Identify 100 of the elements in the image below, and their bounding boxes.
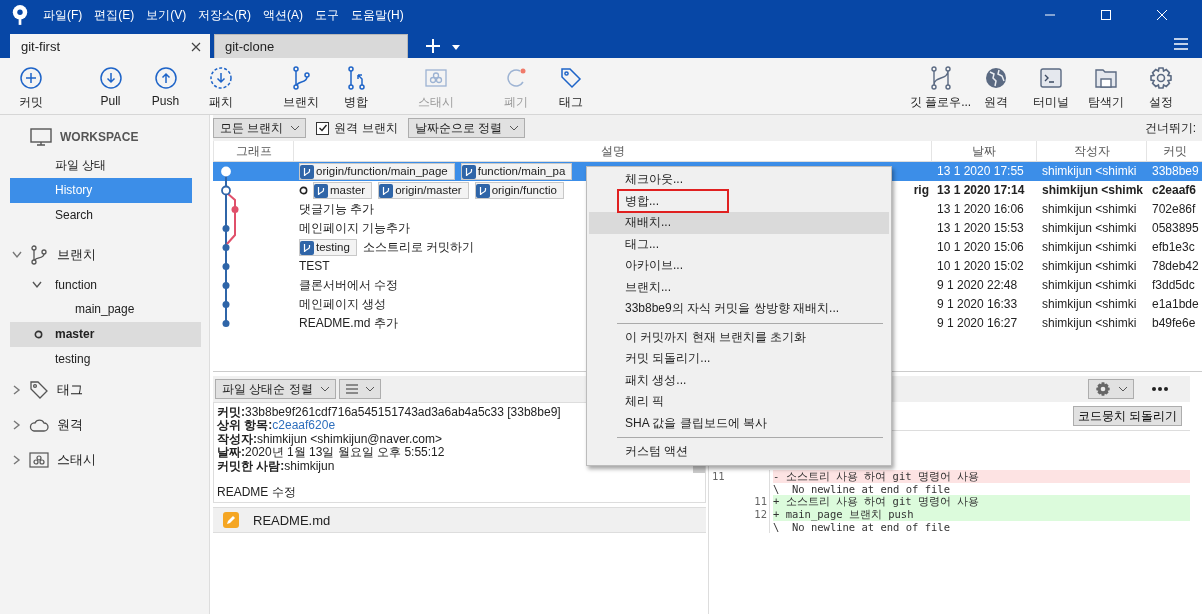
settings-dropdown[interactable] bbox=[1088, 379, 1134, 399]
author-cell-text: shimkijun <shimki bbox=[1041, 315, 1138, 332]
author-cell-text: shimkijun <shimki bbox=[1041, 239, 1138, 256]
toolbar-button[interactable]: 설정 bbox=[1133, 58, 1188, 114]
chevron-icon[interactable] bbox=[13, 384, 21, 395]
menu-item[interactable]: 패치 생성... bbox=[589, 369, 889, 391]
menu-item[interactable]: 재배치... bbox=[589, 212, 889, 234]
menu-item[interactable]: 아카이브... bbox=[589, 255, 889, 277]
branch-label[interactable]: origin/master bbox=[378, 182, 469, 199]
fetch-icon bbox=[208, 66, 233, 90]
close-icon[interactable] bbox=[191, 41, 201, 52]
menu-item[interactable]: 이 커밋까지 현재 브랜치를 초기화 bbox=[589, 326, 889, 348]
menu-item[interactable]: 33b8be9의 자식 커밋을 쌍방향 재배치... bbox=[589, 298, 889, 320]
branch-label[interactable]: function/main_pa bbox=[460, 163, 573, 180]
sort-dropdown[interactable]: 날짜순으로 정렬 bbox=[407, 118, 526, 138]
branch-label[interactable]: origin/function/main_page bbox=[299, 163, 455, 180]
field-value: shimkijun bbox=[284, 458, 335, 473]
column-header[interactable]: 작성자 bbox=[1036, 141, 1146, 161]
branch-item[interactable]: master bbox=[10, 322, 201, 347]
branch-icon bbox=[379, 183, 394, 198]
stash-icon bbox=[423, 66, 448, 90]
commit-message: rig bbox=[913, 182, 929, 199]
more-icon[interactable] bbox=[1152, 387, 1168, 391]
menu-icon[interactable] bbox=[1174, 38, 1188, 50]
tag-icon bbox=[29, 379, 49, 400]
menu-item[interactable]: 편집(E) bbox=[94, 6, 135, 24]
hash-cell-text: f3dd5dc bbox=[1151, 277, 1196, 294]
discard-hunk-button[interactable]: 코드뭉치 되돌리기 bbox=[1072, 406, 1182, 426]
menu-item[interactable]: 브랜치... bbox=[589, 276, 889, 298]
add-tab-icon[interactable] bbox=[426, 39, 440, 53]
chevron-icon[interactable] bbox=[13, 419, 21, 430]
column-header[interactable]: 날짜 bbox=[931, 141, 1036, 161]
date-cell-text: 13 1 2020 17:14 bbox=[936, 182, 1026, 199]
toolbar-button[interactable]: 깃 플로우... bbox=[913, 58, 968, 114]
date-cell-text: 10 1 2020 15:06 bbox=[936, 239, 1025, 256]
toolbar-button[interactable]: 패치 bbox=[193, 58, 248, 114]
menu-item[interactable]: 보기(V) bbox=[146, 6, 187, 24]
repo-tab[interactable]: git-first bbox=[10, 34, 210, 58]
branch-item[interactable]: main_page bbox=[10, 297, 201, 322]
menu-item[interactable]: 액션(A) bbox=[263, 6, 303, 24]
column-header[interactable]: 그래프 bbox=[213, 141, 293, 161]
checkbox[interactable] bbox=[316, 121, 330, 135]
author-cell-text: shimkijun <shimki bbox=[1041, 201, 1138, 218]
menu-item[interactable]: 병합... bbox=[589, 190, 889, 212]
section-title[interactable]: 브랜치 bbox=[57, 245, 96, 264]
list-icon bbox=[345, 384, 358, 394]
sidebar-item[interactable]: Search bbox=[10, 203, 192, 228]
pencil-icon bbox=[223, 512, 239, 528]
repo-tab[interactable]: git-clone bbox=[214, 34, 408, 58]
commit-message: 소스트리로 커밋하기 bbox=[362, 239, 475, 256]
code-line: \ No newline at end of file bbox=[773, 520, 951, 534]
view-mode-dropdown[interactable] bbox=[338, 379, 381, 399]
toolbar-button[interactable]: Pull bbox=[83, 58, 138, 114]
toolbar-button[interactable]: Push bbox=[138, 58, 193, 114]
date-cell: 13 1 2020 17:55 bbox=[931, 162, 1036, 181]
menu-item[interactable]: 커스텀 액션 bbox=[589, 441, 889, 463]
file-sort-dropdown[interactable]: 파일 상태순 정렬 bbox=[215, 379, 336, 399]
section-title[interactable]: 태그 bbox=[57, 380, 83, 399]
section-title[interactable]: 원격 bbox=[57, 415, 83, 434]
jump-label: 건너뛰기: bbox=[1144, 119, 1196, 137]
sidebar-item[interactable]: 파일 상태 bbox=[10, 153, 192, 178]
toolbar-button[interactable]: 병합 bbox=[328, 58, 383, 114]
toolbar-button[interactable]: 태그 bbox=[543, 58, 598, 114]
branch-label[interactable]: master bbox=[313, 182, 373, 199]
column-header[interactable]: 커밋 bbox=[1146, 141, 1202, 161]
toolbar-button[interactable]: 원격 bbox=[968, 58, 1023, 114]
menu-item[interactable]: 파일(F) bbox=[43, 6, 83, 24]
author-cell-text: shimkijun <shimki bbox=[1041, 220, 1138, 237]
menu-item[interactable]: 도구 bbox=[315, 6, 339, 24]
toolbar-button[interactable]: 터미널 bbox=[1023, 58, 1078, 114]
menu-item[interactable]: 체크아웃... bbox=[589, 169, 889, 191]
branch-label[interactable]: testing bbox=[299, 239, 357, 256]
chevron-icon[interactable] bbox=[13, 454, 21, 465]
gear-icon bbox=[1095, 381, 1111, 397]
stash-icon bbox=[29, 449, 49, 470]
field-label: 날짜: bbox=[217, 445, 245, 460]
caret-icon[interactable] bbox=[452, 45, 460, 50]
branch-label[interactable]: origin/functio bbox=[474, 182, 564, 199]
toolbar-button[interactable]: 커밋 bbox=[3, 58, 58, 114]
menu-item[interactable]: 체리 픽 bbox=[589, 391, 889, 413]
menu-item[interactable]: 저장소(R) bbox=[198, 6, 251, 24]
file-item[interactable]: README.md bbox=[213, 508, 706, 533]
branch-folder[interactable]: function bbox=[55, 277, 98, 292]
toolbar-button[interactable]: 브랜치 bbox=[273, 58, 328, 114]
menu-item[interactable]: 커밋 되돌리기... bbox=[589, 348, 889, 370]
field-value: 33b8be9f261cdf716a545151743ad3a6ab4a5c33 [33b8be9] bbox=[245, 405, 561, 419]
toolbar-button[interactable]: 탐색기 bbox=[1078, 58, 1133, 114]
chevron-icon[interactable] bbox=[32, 280, 42, 289]
maximize-icon[interactable] bbox=[1100, 9, 1112, 21]
folder-icon bbox=[1093, 66, 1118, 90]
branch-filter-dropdown[interactable]: 모든 브랜치 bbox=[213, 118, 307, 138]
menu-item[interactable]: SHA 값을 클립보드에 복사 bbox=[589, 412, 889, 434]
column-header[interactable]: 설명 bbox=[293, 141, 931, 161]
menu-item[interactable]: 도움말(H) bbox=[351, 6, 404, 24]
chevron-icon[interactable] bbox=[12, 250, 22, 259]
parent-commit-link[interactable]: c2eaaf620e bbox=[272, 418, 336, 433]
menu-item[interactable]: 태그... bbox=[589, 233, 889, 255]
branch-item[interactable]: testing bbox=[10, 347, 201, 372]
section-title[interactable]: 스태시 bbox=[57, 450, 96, 469]
commit-icon bbox=[18, 66, 43, 90]
